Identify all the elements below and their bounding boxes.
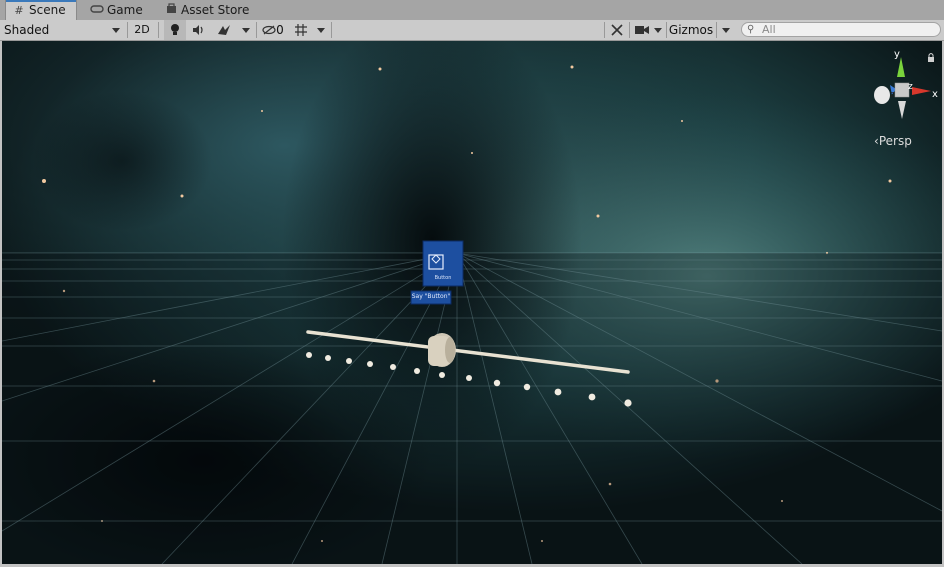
divider: [604, 22, 605, 38]
gizmo-x-label: x: [932, 89, 938, 100]
divider: [629, 22, 630, 38]
camera-button[interactable]: [632, 20, 652, 40]
effects-icon: [218, 25, 230, 35]
scene-background: [2, 41, 942, 564]
divider: [158, 22, 159, 38]
grid-dropdown[interactable]: [313, 20, 329, 40]
gizmos-dropdown[interactable]: [718, 20, 734, 40]
divider: [127, 22, 128, 38]
gizmo-z-label: z: [908, 82, 913, 92]
lighting-toggle[interactable]: [164, 20, 186, 40]
tag-label: Say "Button": [411, 293, 451, 300]
chevron-down-icon: [242, 28, 250, 33]
orientation-gizmo[interactable]: y x z z: [866, 49, 942, 123]
chevron-down-icon: [112, 28, 120, 33]
divider: [331, 22, 332, 38]
effects-toggle[interactable]: [213, 20, 235, 40]
tab-scene[interactable]: # Scene: [5, 0, 77, 21]
search-icon: ⚲: [747, 24, 755, 35]
projection-toggle[interactable]: ‹Persp: [874, 134, 912, 148]
divider: [716, 22, 717, 38]
tools-icon: [611, 24, 623, 36]
toggle-2d-button[interactable]: 2D: [130, 20, 154, 40]
chevron-down-icon: [722, 28, 730, 33]
chevron-down-icon: [654, 28, 662, 33]
draw-mode-dropdown[interactable]: Shaded: [4, 20, 124, 40]
gizmos-button[interactable]: Gizmos: [667, 20, 715, 40]
scene-toolbar: Shaded 2D 0 Gizmos ⚲ All: [0, 20, 944, 41]
gizmo-y-label: y: [894, 49, 900, 60]
panel-label: Button: [434, 275, 452, 281]
divider: [256, 22, 257, 38]
camera-dropdown[interactable]: [651, 20, 665, 40]
lightbulb-icon: [171, 24, 179, 35]
lock-icon[interactable]: [928, 57, 934, 62]
hidden-objects-toggle[interactable]: 0: [258, 20, 288, 40]
effects-dropdown[interactable]: [238, 20, 254, 40]
eye-slash-icon: [262, 25, 276, 35]
tab-asset-store[interactable]: Asset Store: [158, 0, 257, 20]
audio-toggle[interactable]: [188, 20, 210, 40]
search-input[interactable]: ⚲ All: [741, 22, 941, 37]
grid-icon: [295, 24, 307, 36]
camera-icon: [635, 26, 649, 34]
window-tab-bar: # Scene Game Asset Store: [0, 0, 944, 21]
gamepad-icon: [90, 0, 104, 21]
tab-game[interactable]: Game: [84, 0, 151, 20]
bag-icon: [164, 0, 178, 21]
speaker-icon: [193, 25, 203, 35]
tools-button[interactable]: [607, 20, 627, 40]
scene-viewport[interactable]: Button Say "Button" y x z z ‹Persp: [2, 41, 942, 564]
grid-icon: #: [14, 4, 24, 17]
chevron-down-icon: [317, 28, 325, 33]
gizmo-z-back-label: z: [890, 90, 895, 100]
grid-toggle[interactable]: [291, 20, 311, 40]
